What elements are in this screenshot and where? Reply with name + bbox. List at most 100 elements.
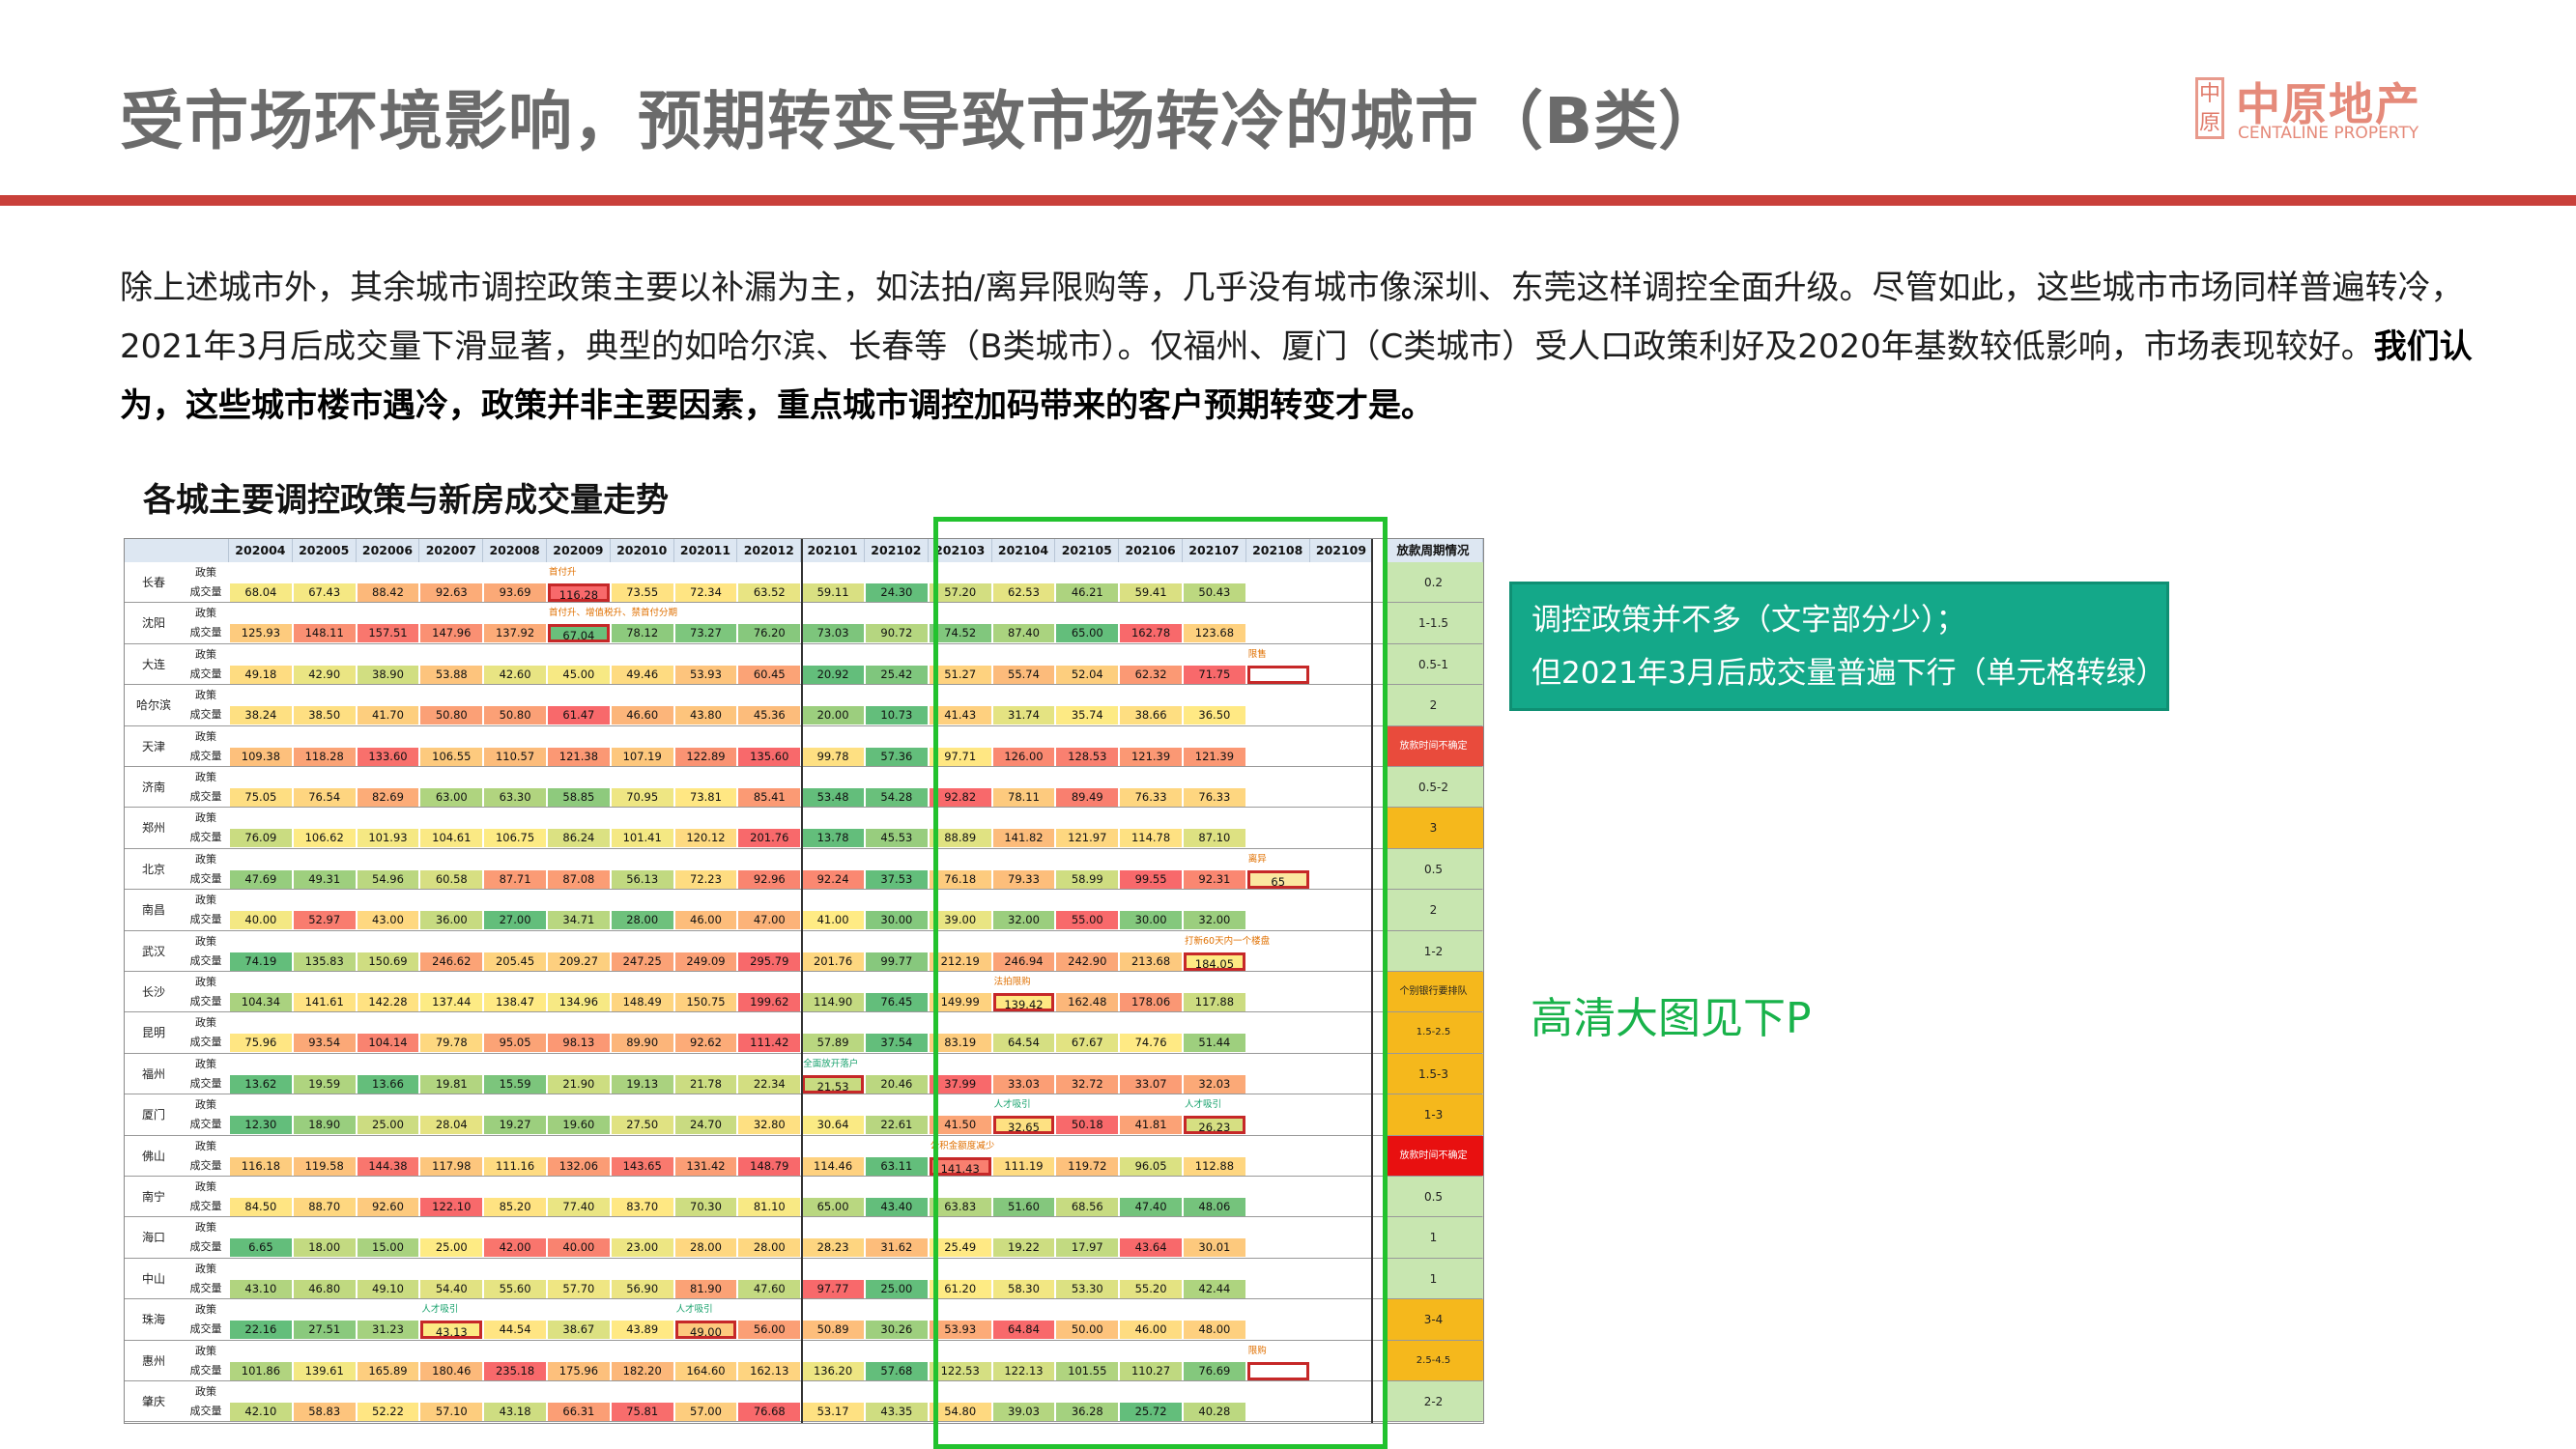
volume-cell: 56.90	[611, 1279, 673, 1298]
volume-cell: 72.23	[674, 869, 737, 889]
volume-cell: 73.81	[674, 788, 737, 807]
volume-cell: 119.58	[293, 1156, 356, 1176]
volume-cell: 116.18	[230, 1156, 292, 1176]
month-header: 202101	[801, 539, 865, 562]
volume-cell: 20.46	[866, 1074, 928, 1094]
volume-cell: 63.52	[738, 583, 801, 602]
volume-cell: 42.10	[230, 1403, 292, 1421]
volume-cell: 111.16	[484, 1156, 546, 1176]
cycle-cell: 1.5-2.5	[1384, 1012, 1483, 1054]
cycle-cell: 个别银行要排队	[1384, 972, 1483, 1013]
volume-cell: 46.80	[293, 1279, 356, 1298]
volume-cell: 27.50	[611, 1116, 673, 1135]
volume-cell: 235.18	[484, 1361, 546, 1380]
volume-cell: 180.46	[420, 1361, 483, 1380]
volume-cell: 25.00	[357, 1116, 419, 1135]
volume-cell: 56.00	[738, 1321, 801, 1340]
volume-cell: 31.62	[866, 1238, 928, 1258]
volume-cell: 122.10	[420, 1198, 483, 1216]
volume-cell: 86.24	[548, 829, 610, 848]
intro-normal: 除上述城市外，其余城市调控政策主要以补漏为主，如法拍/离异限购等，几乎没有城市像…	[120, 269, 2464, 366]
volume-cell: 79.78	[420, 1034, 483, 1053]
volume-cell: 30.64	[802, 1116, 864, 1135]
city-name: 南宁	[141, 1190, 165, 1204]
see-next-page-note: 高清大图见下P	[1531, 994, 1812, 1043]
city-name: 厦门	[141, 1108, 165, 1122]
month-header: 202006	[356, 539, 420, 562]
city-name: 南昌	[141, 903, 165, 918]
volume-cell: 93.69	[484, 583, 546, 602]
volume-cell: 99.77	[866, 952, 928, 971]
volume-cell: 63.00	[420, 788, 483, 807]
volume-cell: 58.85	[548, 788, 610, 807]
volume-label: 成交量	[189, 1200, 222, 1212]
volume-label: 成交量	[189, 1076, 222, 1090]
cycle-cell: 放款时间不确定	[1384, 1135, 1483, 1177]
volume-cell: 46.60	[611, 706, 673, 725]
volume-cell: 121.38	[548, 747, 610, 766]
volume-cell: 19.60	[548, 1116, 610, 1135]
volume-cell: 57.68	[866, 1361, 928, 1380]
volume-cell: 93.54	[293, 1034, 356, 1053]
cycle-cell: 2.5-4.5	[1384, 1340, 1483, 1381]
volume-cell: 13.66	[357, 1074, 419, 1094]
cycle-cell: 0.5-2	[1384, 767, 1483, 809]
volume-cell: 44.54	[484, 1321, 546, 1340]
volume-cell: 141.61	[293, 993, 356, 1011]
volume-cell: 41.00	[802, 911, 864, 930]
volume-cell: 57.70	[548, 1279, 610, 1298]
volume-label: 成交量	[189, 585, 222, 598]
volume-cell: 139.61	[293, 1361, 356, 1380]
policy-label: 政策	[195, 1098, 216, 1112]
volume-cell: 104.14	[357, 1034, 419, 1053]
policy-note: 人才吸引	[675, 1304, 713, 1316]
volume-cell: 57.10	[420, 1403, 483, 1421]
volume-cell: 92.62	[674, 1034, 737, 1053]
policy-label: 政策	[195, 607, 216, 620]
volume-cell: 76.45	[866, 993, 928, 1011]
volume-cell: 138.47	[484, 993, 546, 1011]
volume-label: 成交量	[189, 831, 222, 844]
volume-cell: 57.89	[802, 1034, 864, 1053]
volume-cell: 175.96	[548, 1361, 610, 1380]
cycle-cell: 0.5	[1384, 848, 1483, 891]
volume-cell: 75.05	[230, 788, 292, 807]
volume-cell: 50.80	[420, 706, 483, 725]
volume-cell: 67.43	[293, 583, 356, 602]
cycle-cell: 1	[1384, 1217, 1483, 1259]
volume-cell: 134.96	[548, 993, 610, 1011]
policy-label: 政策	[195, 934, 216, 948]
header-blank	[125, 539, 229, 562]
volume-cell: 13.78	[802, 829, 864, 848]
volume-cell: 21.90	[548, 1074, 610, 1094]
volume-cell: 25.00	[420, 1238, 483, 1258]
volume-cell: 205.45	[484, 952, 546, 971]
volume-cell: 19.27	[484, 1116, 546, 1135]
volume-cell: 43.89	[611, 1321, 673, 1340]
volume-cell: 49.31	[293, 869, 356, 889]
city-name: 海口	[141, 1231, 165, 1245]
volume-label: 成交量	[189, 913, 222, 926]
volume-cell: 18.00	[293, 1238, 356, 1258]
policy-label: 政策	[195, 894, 216, 907]
cycle-cell: 2	[1384, 890, 1483, 931]
city-name: 北京	[141, 862, 165, 876]
volume-cell: 15.59	[484, 1074, 546, 1094]
volume-cell: 70.30	[674, 1198, 737, 1216]
volume-cell: 150.75	[674, 993, 737, 1011]
volume-cell: 70.95	[611, 788, 673, 807]
volume-cell: 83.70	[611, 1198, 673, 1216]
volume-cell: 66.31	[548, 1403, 610, 1421]
volume-cell: 101.93	[357, 829, 419, 848]
volume-cell: 57.36	[866, 747, 928, 766]
volume-cell: 63.11	[866, 1156, 928, 1176]
policy-label: 政策	[195, 1262, 216, 1275]
volume-cell: 75.81	[611, 1403, 673, 1421]
volume-label: 成交量	[189, 1322, 222, 1336]
volume-cell: 38.24	[230, 706, 292, 725]
volume-cell: 54.40	[420, 1279, 483, 1298]
volume-cell: 144.38	[357, 1156, 419, 1176]
volume-cell: 147.96	[420, 624, 483, 643]
month-header: 202008	[483, 539, 547, 562]
volume-cell: 84.50	[230, 1198, 292, 1216]
